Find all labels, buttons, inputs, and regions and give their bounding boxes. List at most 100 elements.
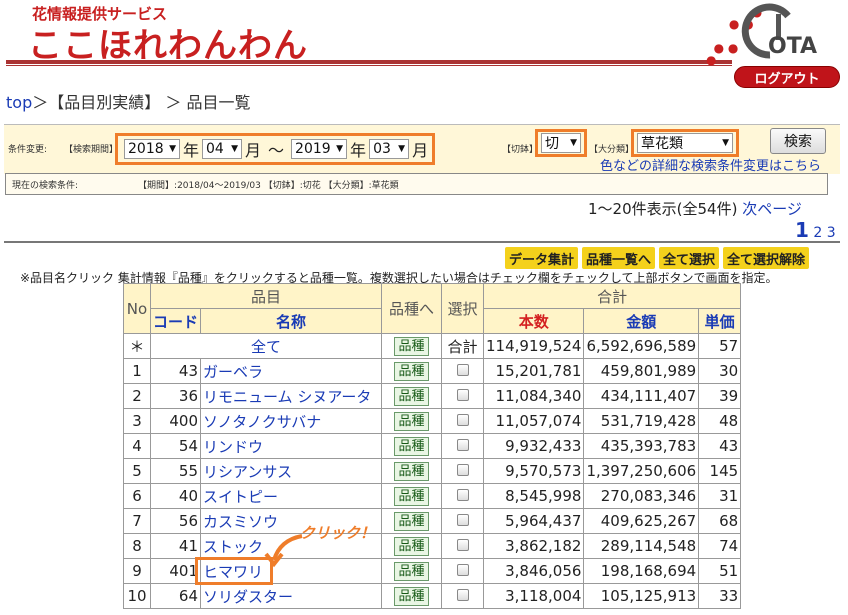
cell-kind: 品種	[381, 408, 442, 434]
variety-button[interactable]: 品種	[394, 487, 429, 506]
header-no: No	[123, 283, 151, 334]
variety-button[interactable]: 品種	[394, 462, 429, 481]
variety-button[interactable]: 品種	[394, 337, 429, 356]
variety-button[interactable]: 品種	[394, 587, 429, 606]
variety-button[interactable]: 品種	[394, 362, 429, 381]
cell-unit-price: 74	[698, 533, 742, 559]
kiri-select[interactable]: 切 ▼	[541, 133, 581, 153]
category-select[interactable]: 草花類 ▼	[637, 133, 733, 153]
result-count: 1〜20件表示(全54件)	[588, 200, 738, 218]
cell-name-link[interactable]: リシアンサス	[200, 458, 382, 484]
cell-amount: 459,801,989	[583, 358, 700, 384]
row-checkbox[interactable]	[456, 489, 469, 501]
cell-select	[441, 458, 484, 484]
cell-amount: 409,625,267	[583, 508, 700, 534]
cell-unit-price: 31	[698, 483, 742, 509]
cell-select	[441, 558, 484, 584]
chevron-down-icon: ▼	[169, 144, 176, 154]
cell-unit-price: 57	[698, 333, 742, 359]
cell-quantity: 5,964,437	[482, 508, 585, 534]
to-year-select[interactable]: 2019 ▼	[291, 139, 348, 159]
category-label: 【大分類】	[589, 145, 635, 155]
cell-code: 401	[150, 558, 201, 584]
cell-code: 40	[150, 483, 201, 509]
cell-code: 55	[150, 458, 201, 484]
row-checkbox[interactable]	[456, 564, 469, 576]
table-row: 8 41 ストック 品種 3,862,182 289,114,548 74	[123, 533, 742, 559]
current-condition-label: 現在の検索条件:	[12, 180, 79, 191]
cell-name-all[interactable]: 全て	[150, 333, 382, 359]
chevron-down-icon: ▼	[398, 144, 406, 154]
cell-no: ＊	[123, 333, 151, 359]
click-annotation-label: クリック！	[300, 524, 376, 542]
table-row-total: ＊ 全て 品種 合計 114,919,524 6,592,696,589 57	[123, 333, 742, 359]
cell-quantity: 11,084,340	[482, 383, 585, 409]
detail-condition-link[interactable]: 色などの詳細な検索条件変更はこちら	[600, 155, 821, 174]
row-checkbox[interactable]	[456, 439, 469, 451]
cell-kind: 品種	[381, 433, 442, 459]
cell-quantity: 9,932,433	[482, 433, 585, 459]
cell-name-link[interactable]: ソリダスター	[200, 583, 382, 609]
from-year-select[interactable]: 2018 ▼	[124, 139, 180, 159]
cell-amount: 435,393,783	[583, 433, 700, 459]
variety-button[interactable]: 品種	[394, 387, 429, 406]
cell-unit-price: 48	[698, 408, 742, 434]
breadcrumb-top-link[interactable]: top	[6, 93, 32, 112]
header-select: 選択	[441, 283, 484, 334]
page-link-3[interactable]: 3	[827, 225, 836, 241]
cell-no: 5	[123, 458, 151, 484]
select-all-button[interactable]: 全て選択	[659, 247, 720, 269]
row-checkbox[interactable]	[456, 364, 469, 376]
cell-amount: 531,719,428	[583, 408, 700, 434]
variety-list-button[interactable]: 品種一覧へ	[582, 247, 656, 269]
site-header: 花情報提供サービス ここほれわんわん ● ● ● ● ● ● OTA ログアウト	[0, 0, 848, 92]
table-row: 6 40 スイトピー 品種 8,545,998 270,083,346 31	[123, 483, 742, 509]
cell-select	[441, 358, 484, 384]
row-checkbox[interactable]	[456, 589, 469, 601]
row-checkbox[interactable]	[456, 539, 469, 551]
cell-no: 3	[123, 408, 151, 434]
header-unit-price: 単価	[698, 308, 742, 334]
from-month-select[interactable]: 04 ▼	[202, 139, 243, 159]
cell-select	[441, 483, 484, 509]
deselect-all-button[interactable]: 全て選択解除	[723, 247, 810, 269]
row-checkbox[interactable]	[456, 514, 469, 526]
cell-name-link[interactable]: リモニューム シヌアータ	[200, 383, 382, 409]
cell-no: 6	[123, 483, 151, 509]
variety-button[interactable]: 品種	[394, 537, 429, 556]
aggregate-button[interactable]: データ集計	[505, 247, 579, 269]
table-row: 7 56 カスミソウ 品種 5,964,437 409,625,267 68	[123, 508, 742, 534]
breadcrumb-separator: ＞	[32, 93, 49, 112]
cell-amount: 198,168,694	[583, 558, 700, 584]
variety-button[interactable]: 品種	[394, 437, 429, 456]
logout-button[interactable]: ログアウト	[734, 66, 840, 88]
row-checkbox[interactable]	[456, 464, 469, 476]
variety-button[interactable]: 品種	[394, 562, 429, 581]
search-button[interactable]: 検索	[770, 128, 826, 154]
cell-no: 10	[123, 583, 151, 609]
cell-unit-price: 43	[698, 433, 742, 459]
kiri-selector-group: 切 ▼	[535, 129, 587, 157]
variety-button[interactable]: 品種	[394, 512, 429, 531]
cell-no: 1	[123, 358, 151, 384]
cell-quantity: 3,846,056	[482, 558, 585, 584]
current-condition-box: 現在の検索条件: 【期間】:2018/04〜2019/03 【切鉢】:切花 【大…	[5, 173, 828, 195]
cell-name-link[interactable]: ガーベラ	[200, 358, 382, 384]
cell-unit-price: 33	[698, 583, 742, 609]
cell-no: 7	[123, 508, 151, 534]
cell-name-link[interactable]: ソノタノクサバナ	[200, 408, 382, 434]
breadcrumb: top＞【品目別実績】 ＞ 品目一覧	[6, 89, 250, 113]
row-checkbox[interactable]	[456, 414, 469, 426]
cell-quantity: 11,057,074	[482, 408, 585, 434]
next-page-link[interactable]: 次ページ	[742, 200, 802, 218]
to-month-select[interactable]: 03 ▼	[369, 139, 410, 159]
cell-select	[441, 433, 484, 459]
page-link-2[interactable]: 2	[813, 225, 822, 241]
variety-button[interactable]: 品種	[394, 412, 429, 431]
cell-name-link[interactable]: スイトピー	[200, 483, 382, 509]
cell-amount: 289,114,548	[583, 533, 700, 559]
row-checkbox[interactable]	[456, 389, 469, 401]
cell-name-link[interactable]: リンドウ	[200, 433, 382, 459]
table-row: 2 36 リモニューム シヌアータ 品種 11,084,340 434,111,407 39	[123, 383, 742, 409]
tilde-separator: 〜	[268, 141, 285, 160]
